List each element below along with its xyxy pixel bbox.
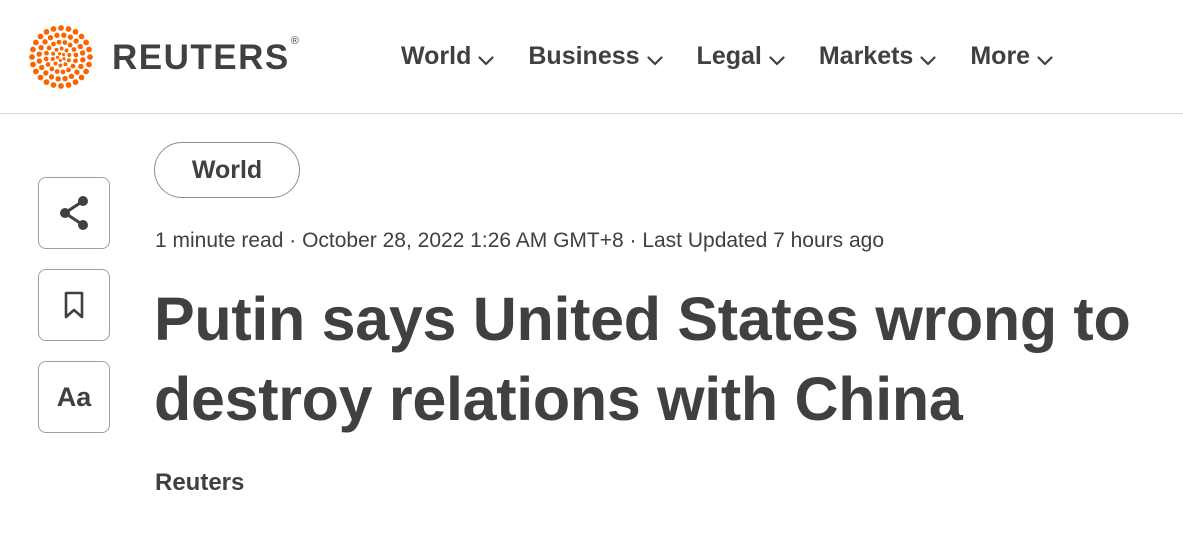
nav-item-label: World	[401, 42, 472, 70]
reuters-logo[interactable]: REUTERS ®	[26, 24, 299, 90]
chevron-down-icon	[1037, 44, 1053, 73]
nav-item-label: Business	[528, 42, 640, 70]
chevron-down-icon	[478, 44, 494, 73]
article-byline[interactable]: Reuters	[155, 469, 244, 497]
nav-item-legal[interactable]: Legal	[697, 40, 785, 73]
text-size-button[interactable]: Aa	[38, 361, 110, 433]
site-header: REUTERS ® World Business Legal Markets M…	[0, 0, 1183, 114]
nav-item-markets[interactable]: Markets	[819, 40, 937, 73]
article-headline: Putin says United States wrong to destro…	[154, 285, 1131, 433]
chevron-down-icon	[769, 44, 785, 73]
section-tag[interactable]: World	[154, 142, 300, 198]
nav-item-business[interactable]: Business	[528, 40, 663, 73]
text-size-label: Aa	[56, 381, 92, 412]
nav-item-label: More	[970, 42, 1031, 70]
registered-mark: ®	[290, 35, 299, 47]
nav-item-world[interactable]: World	[401, 40, 494, 73]
nav-item-label: Markets	[818, 42, 914, 70]
article-meta: 1 minute read · October 28, 2022 1:26 AM…	[155, 229, 885, 252]
bookmark-icon	[64, 291, 84, 319]
share-icon	[60, 196, 88, 230]
nav-item-label: Legal	[696, 42, 762, 70]
chevron-down-icon	[920, 44, 936, 73]
bookmark-button[interactable]	[38, 269, 110, 341]
chevron-down-icon	[646, 44, 663, 73]
nav-item-more[interactable]: More	[970, 40, 1053, 73]
share-button[interactable]	[38, 177, 110, 249]
logo-wordmark: REUTERS	[112, 38, 290, 77]
main-nav: World Business Legal Markets More	[401, 40, 1053, 73]
article-tools: Aa	[38, 177, 110, 433]
reuters-logo-icon	[29, 25, 93, 89]
